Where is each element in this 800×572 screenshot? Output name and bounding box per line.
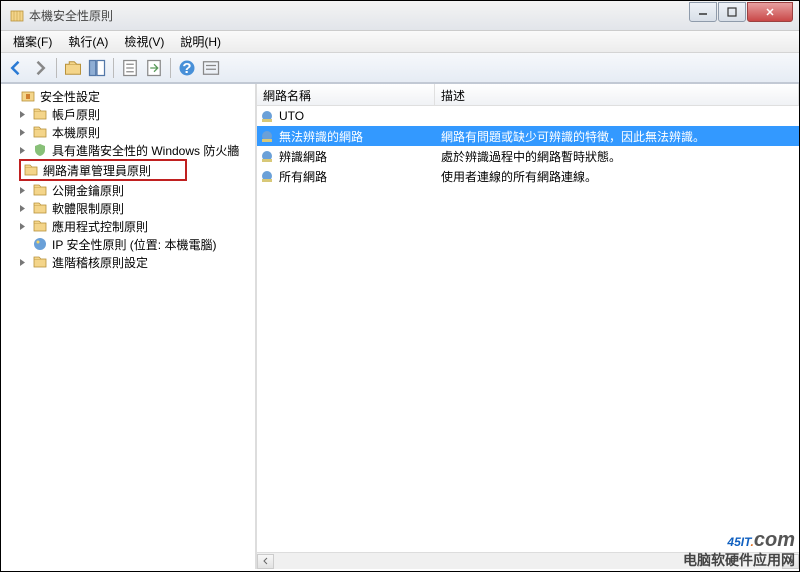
tree-item-firewall[interactable]: 具有進階安全性的 Windows 防火牆	[1, 141, 255, 159]
tree-label: IP 安全性原則 (位置: 本機電腦)	[52, 236, 216, 253]
network-icon	[257, 168, 277, 184]
tree-root[interactable]: 安全性設定	[1, 87, 255, 105]
column-header-name[interactable]: 網路名稱	[257, 84, 435, 105]
tree-panel[interactable]: 安全性設定 帳戶原則 本機原則 具有進階安全性的 Windows 防火牆 網路清…	[1, 84, 257, 569]
minimize-button[interactable]	[689, 2, 717, 22]
row-name: 無法辨識的網路	[277, 128, 435, 145]
expand-icon[interactable]	[17, 221, 28, 232]
network-icon	[257, 148, 277, 164]
tree-item-local-policies[interactable]: 本機原則	[1, 123, 255, 141]
expand-icon[interactable]	[17, 145, 28, 156]
menubar: 檔案(F) 執行(A) 檢視(V) 說明(H)	[1, 31, 799, 53]
tree-item-app-control[interactable]: 應用程式控制原則	[1, 217, 255, 235]
export-button[interactable]	[143, 57, 165, 79]
highlighted-tree-item: 網路清單管理員原則	[19, 159, 187, 181]
menu-action[interactable]: 執行(A)	[60, 31, 116, 52]
folder-icon	[32, 106, 48, 122]
row-desc: 使用者連線的所有網路連線。	[435, 168, 799, 185]
toolbar: ?	[1, 53, 799, 83]
toolbar-separator	[56, 58, 57, 78]
tree-label: 應用程式控制原則	[52, 218, 148, 235]
folder-icon	[23, 162, 39, 178]
column-header-desc[interactable]: 描述	[435, 84, 799, 105]
expand-icon[interactable]	[17, 185, 28, 196]
help-button[interactable]: ?	[176, 57, 198, 79]
list-header: 網路名稱 描述	[257, 84, 799, 106]
tree-root-label: 安全性設定	[40, 88, 100, 105]
menu-file[interactable]: 檔案(F)	[5, 31, 60, 52]
tree-item-software-restriction[interactable]: 軟體限制原則	[1, 199, 255, 217]
expand-icon[interactable]	[17, 257, 28, 268]
up-button[interactable]	[62, 57, 84, 79]
tree-label: 網路清單管理員原則	[43, 162, 151, 179]
menu-view[interactable]: 檢視(V)	[116, 31, 172, 52]
folder-icon	[32, 200, 48, 216]
row-desc: 網路有問題或缺少可辨識的特徵，因此無法辨識。	[435, 128, 799, 145]
scroll-right-button[interactable]	[782, 554, 799, 569]
properties-button[interactable]	[119, 57, 141, 79]
tree-item-network-list[interactable]: 網路清單管理員原則	[21, 161, 151, 179]
network-icon	[257, 108, 277, 124]
tree-label: 進階稽核原則設定	[52, 254, 148, 271]
expand-icon[interactable]	[17, 109, 28, 120]
folder-icon	[32, 218, 48, 234]
content-area: 安全性設定 帳戶原則 本機原則 具有進階安全性的 Windows 防火牆 網路清…	[1, 83, 799, 569]
titlebar: 本機安全性原則	[1, 1, 799, 31]
list-panel: 網路名稱 描述 UTO 無法辨識的網路 網路有問題或缺少可辨識的特徵，因此無法辨…	[257, 84, 799, 569]
row-name: 所有網路	[277, 168, 435, 185]
security-icon	[20, 88, 36, 104]
tree-item-ipsec[interactable]: IP 安全性原則 (位置: 本機電腦)	[1, 235, 255, 253]
tree-label: 具有進階安全性的 Windows 防火牆	[52, 142, 239, 159]
show-hide-tree-button[interactable]	[86, 57, 108, 79]
expand-icon[interactable]	[17, 203, 28, 214]
folder-icon	[32, 182, 48, 198]
row-name: UTO	[277, 109, 435, 123]
network-icon	[257, 128, 277, 144]
folder-icon	[32, 254, 48, 270]
window-title: 本機安全性原則	[29, 7, 689, 24]
forward-button[interactable]	[29, 57, 51, 79]
list-body[interactable]: UTO 無法辨識的網路 網路有問題或缺少可辨識的特徵，因此無法辨識。 辨識網路 …	[257, 106, 799, 552]
svg-text:?: ?	[182, 60, 191, 77]
toolbar-separator	[113, 58, 114, 78]
app-icon	[9, 8, 25, 24]
ipsec-icon	[32, 236, 48, 252]
list-row-selected[interactable]: 無法辨識的網路 網路有問題或缺少可辨識的特徵，因此無法辨識。	[257, 126, 799, 146]
tree-label: 本機原則	[52, 124, 100, 141]
tree-label: 帳戶原則	[52, 106, 100, 123]
tree-label: 軟體限制原則	[52, 200, 124, 217]
tree-label: 公開金鑰原則	[52, 182, 124, 199]
list-row[interactable]: UTO	[257, 106, 799, 126]
window-controls	[689, 2, 793, 22]
tree-item-account-policies[interactable]: 帳戶原則	[1, 105, 255, 123]
close-button[interactable]	[747, 2, 793, 22]
maximize-button[interactable]	[718, 2, 746, 22]
row-name: 辨識網路	[277, 148, 435, 165]
menu-help[interactable]: 說明(H)	[172, 31, 229, 52]
folder-icon	[32, 124, 48, 140]
toolbar-separator	[170, 58, 171, 78]
list-row[interactable]: 辨識網路 處於辨識過程中的網路暫時狀態。	[257, 146, 799, 166]
row-desc: 處於辨識過程中的網路暫時狀態。	[435, 148, 799, 165]
tree-item-advanced-audit[interactable]: 進階稽核原則設定	[1, 253, 255, 271]
tree-item-public-key[interactable]: 公開金鑰原則	[1, 181, 255, 199]
refresh-button[interactable]	[200, 57, 222, 79]
list-row[interactable]: 所有網路 使用者連線的所有網路連線。	[257, 166, 799, 186]
back-button[interactable]	[5, 57, 27, 79]
expand-icon[interactable]	[17, 127, 28, 138]
scroll-left-button[interactable]	[257, 554, 274, 569]
firewall-icon	[32, 142, 48, 158]
horizontal-scrollbar[interactable]	[257, 552, 799, 569]
